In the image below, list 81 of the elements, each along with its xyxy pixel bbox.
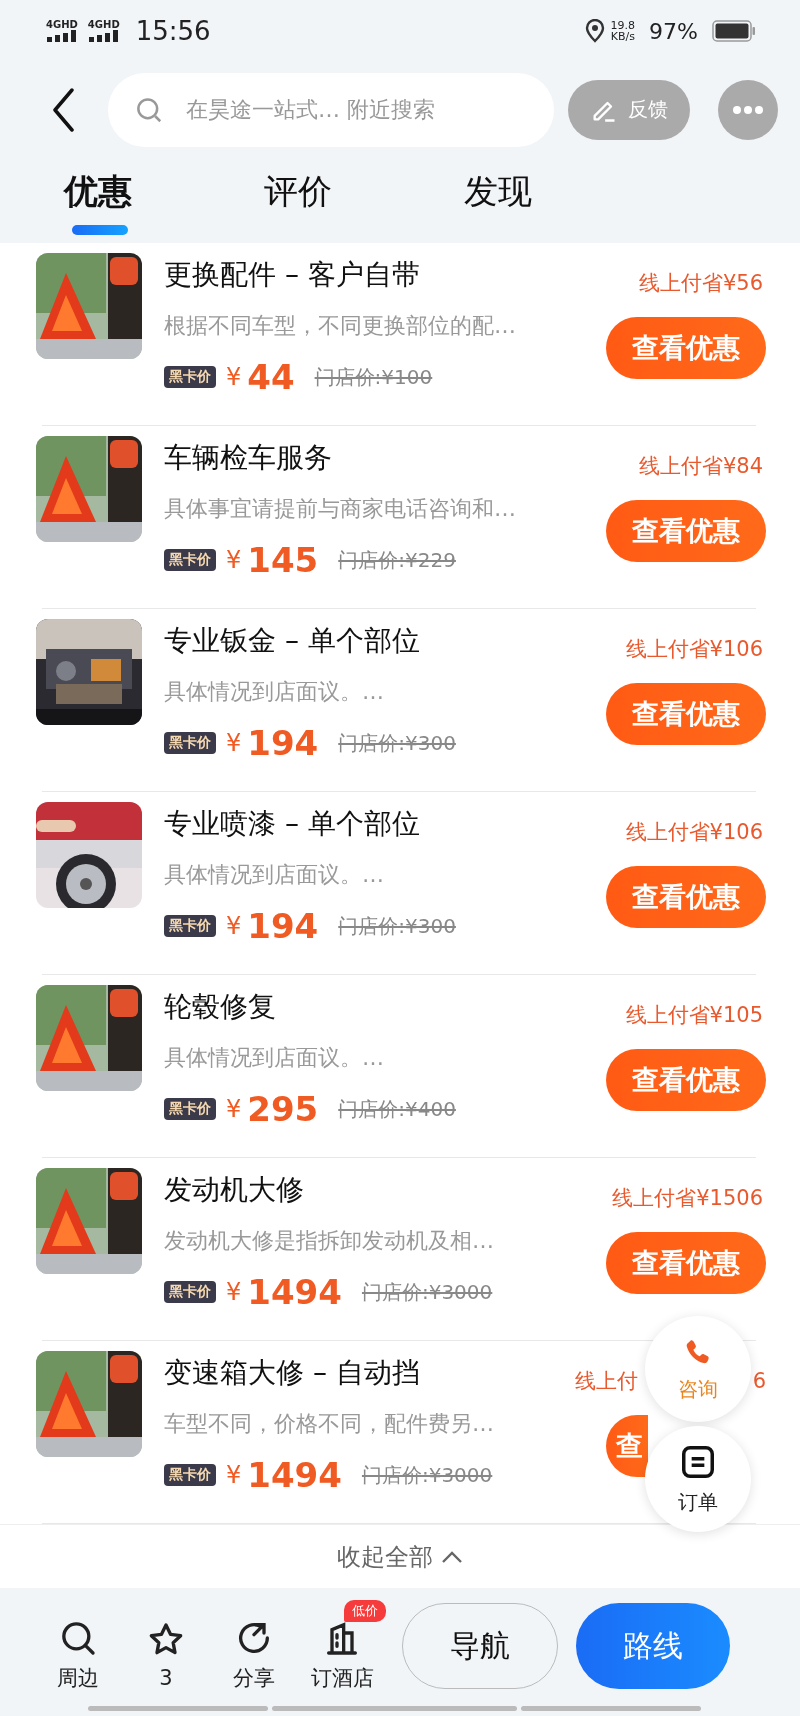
more-icon (733, 105, 763, 114)
online-saving: 6 (752, 1368, 766, 1395)
deal-description: 具体情况到店面议。… (164, 678, 384, 706)
deal-description: 根据不同车型，不同更换部位的配… (164, 312, 516, 340)
bottom-bar-item[interactable]: 3 (122, 1602, 210, 1690)
store-price: 门店价:¥229 (338, 546, 456, 574)
deal-price: 44 (247, 357, 295, 397)
currency-symbol: ¥ (226, 1095, 242, 1123)
currency-symbol: ¥ (226, 912, 242, 940)
member-price-badge: 黑卡价 (164, 366, 216, 388)
view-deal-button[interactable]: 查看优惠 (606, 500, 766, 562)
battery-percent: 97% (649, 18, 698, 44)
online-saving: 线上付省¥106 (625, 636, 763, 663)
online-saving: 线上付 (574, 1368, 638, 1395)
view-deal-button[interactable]: 查 (606, 1415, 648, 1477)
network-label: 4GHD (46, 20, 78, 30)
view-deal-button[interactable]: 查看优惠 (606, 1232, 766, 1294)
online-saving: 线上付省¥105 (625, 1002, 763, 1029)
battery-icon (712, 20, 756, 42)
member-price-badge: 黑卡价 (164, 732, 216, 754)
low-price-badge: 低价 (344, 1600, 386, 1622)
member-price-badge: 黑卡价 (164, 1281, 216, 1303)
tab[interactable]: 评价 (262, 157, 462, 215)
currency-symbol: ¥ (226, 546, 242, 574)
member-price-badge: 黑卡价 (164, 915, 216, 937)
deal-price: 194 (247, 906, 319, 946)
search-field[interactable]: 在昊途一站式… 附近搜索 (108, 72, 554, 147)
currency-symbol: ¥ (226, 363, 242, 391)
chevron-up-icon (441, 1549, 463, 1564)
search-input[interactable]: 在昊途一站式… 附近搜索 (184, 96, 538, 123)
deal-description: 具体情况到店面议。… (164, 861, 384, 889)
speed-unit: KB/s (610, 31, 635, 42)
deal-price: 1494 (247, 1272, 342, 1312)
tab[interactable]: 优惠 (62, 157, 262, 235)
tab-indicator (72, 225, 128, 235)
store-price: 门店价:¥3000 (361, 1461, 493, 1489)
deal-description: 车型不同，价格不同，配件费另… (164, 1410, 494, 1438)
bottom-bar-item[interactable]: 分享 (210, 1600, 298, 1692)
currency-symbol: ¥ (226, 1461, 242, 1489)
deal-title: 专业喷漆 – 单个部位 (164, 806, 420, 842)
deal-title: 发动机大修 (164, 1172, 304, 1208)
view-deal-button[interactable]: 查看优惠 (606, 317, 766, 379)
deal-price: 1494 (247, 1455, 342, 1495)
tab[interactable]: 发现 (462, 157, 662, 215)
view-deal-button[interactable]: 查看优惠 (606, 1049, 766, 1111)
store-price: 门店价:¥3000 (361, 1278, 493, 1306)
online-saving: 线上付省¥106 (625, 819, 763, 846)
online-saving: 线上付省¥1506 (612, 1185, 763, 1212)
deal-title: 轮毂修复 (164, 989, 276, 1025)
view-deal-button[interactable]: 查看优惠 (606, 866, 766, 928)
currency-symbol: ¥ (226, 729, 242, 757)
store-price: 门店价:¥400 (338, 1095, 456, 1123)
route-button[interactable]: 路线 (576, 1603, 730, 1689)
store-price: 门店价:¥300 (338, 729, 456, 757)
deal-price: 295 (247, 1089, 319, 1129)
clock-time: 15:56 (135, 16, 211, 46)
deal-price: 194 (247, 723, 319, 763)
deal-title: 更换配件 – 客户自带 (164, 257, 420, 293)
member-price-badge: 黑卡价 (164, 549, 216, 571)
network-label: 4GHD (87, 20, 120, 30)
view-deal-button[interactable]: 查看优惠 (606, 683, 766, 745)
location-icon (584, 19, 605, 43)
deal-description: 发动机大修是指拆卸发动机及相… (164, 1227, 494, 1255)
member-price-badge: 黑卡价 (164, 1464, 216, 1486)
deal-title: 车辆检车服务 (164, 440, 332, 476)
bottom-bar-item[interactable]: 周边 (34, 1600, 122, 1692)
speed-value: 19.8 (610, 20, 636, 31)
deal-price: 145 (247, 540, 319, 580)
deal-title: 变速箱大修 – 自动挡 (164, 1355, 420, 1391)
currency-symbol: ¥ (226, 1278, 242, 1306)
signal-icon (88, 30, 119, 42)
deal-description: 具体情况到店面议。… (164, 1044, 384, 1072)
deal-description: 具体事宜请提前与商家电话咨询和… (164, 495, 516, 523)
signal-icon (46, 30, 77, 42)
online-saving: 线上付省¥84 (638, 453, 763, 480)
back-icon[interactable] (52, 87, 76, 132)
member-price-badge: 黑卡价 (164, 1098, 216, 1120)
store-price: 门店价:¥100 (314, 363, 433, 391)
store-price: 门店价:¥300 (338, 912, 456, 940)
deal-title: 专业钣金 – 单个部位 (164, 623, 420, 659)
online-saving: 线上付省¥56 (638, 270, 763, 297)
